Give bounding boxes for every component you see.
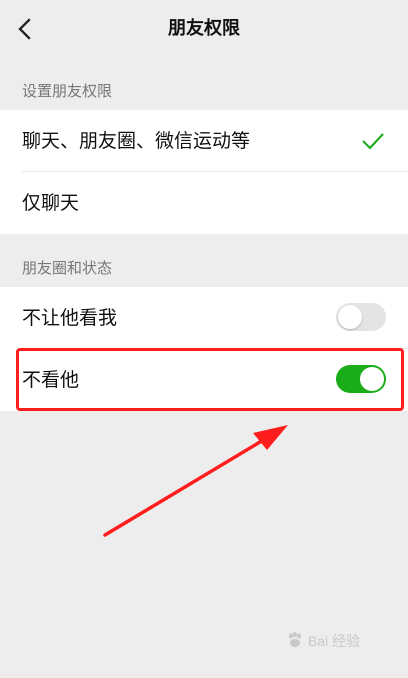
red-arrow-annotation: [103, 425, 288, 537]
checkmark-icon: [362, 133, 384, 150]
option-chat-only-label: 仅聊天: [22, 192, 80, 214]
page-title: 朋友权限: [168, 18, 240, 39]
setting-hide-my-moments[interactable]: 不让他看我: [0, 287, 408, 349]
toggle-knob: [338, 305, 362, 329]
hide-my-moments-toggle[interactable]: [336, 303, 386, 331]
section-label-moments-status: 朋友圈和状态: [22, 259, 113, 277]
watermark-text: Bai 经验: [307, 633, 361, 649]
option-chat-moments-sports[interactable]: 聊天、朋友圈、微信运动等: [0, 110, 408, 172]
section-label-friend-permissions: 设置朋友权限: [22, 82, 113, 100]
baidu-watermark: Bai 经验: [286, 627, 382, 655]
navigation-bar: 朋友权限: [0, 0, 408, 60]
setting-hide-my-moments-label: 不让他看我: [22, 307, 118, 329]
option-chat-only[interactable]: 仅聊天: [0, 172, 408, 234]
red-highlight-box: [16, 348, 404, 411]
option-chat-moments-sports-label: 聊天、朋友圈、微信运动等: [22, 130, 251, 152]
friend-permissions-list: 聊天、朋友圈、微信运动等 仅聊天: [0, 110, 408, 234]
baidu-paw-icon: [289, 632, 301, 647]
